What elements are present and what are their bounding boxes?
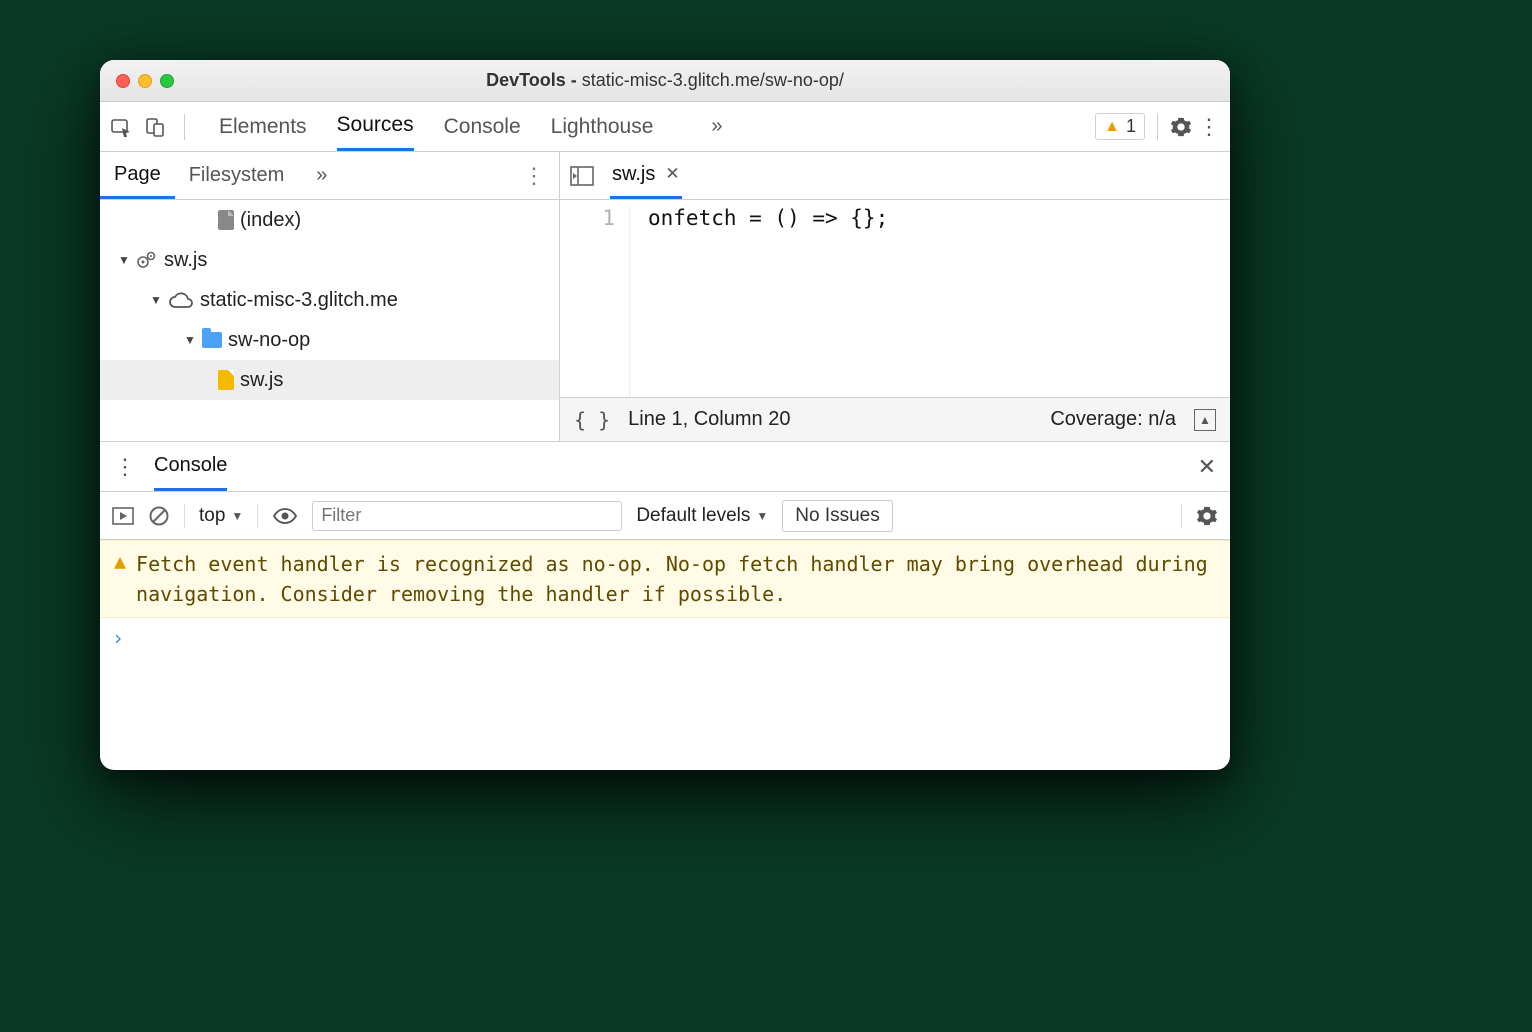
dropdown-icon: ▼ (231, 509, 243, 523)
traffic-lights (116, 74, 174, 88)
dock-toggle-icon[interactable]: ▲ (1194, 409, 1216, 431)
issues-badge[interactable]: ▲ 1 (1095, 113, 1145, 140)
log-levels-dropdown[interactable]: Default levels ▼ (636, 505, 768, 527)
folder-icon (202, 332, 222, 348)
code-editor: 1 onfetch = () => {}; { } Line 1, Column… (560, 200, 1230, 441)
line-number: 1 (560, 206, 615, 230)
tree-item-index[interactable]: (index) (100, 200, 559, 240)
subtab-page[interactable]: Page (100, 152, 175, 199)
tab-sources[interactable]: Sources (337, 102, 414, 151)
warning-icon: ▲ (114, 549, 126, 609)
tree-item-folder[interactable]: ▼ sw-no-op (100, 320, 559, 360)
execution-context-icon[interactable] (112, 506, 134, 526)
subtab-menu-button[interactable]: ⋮ (523, 163, 545, 189)
chevron-down-icon[interactable]: ▼ (150, 293, 162, 307)
line-gutter: 1 (560, 206, 630, 397)
devtools-window: DevTools - static-misc-3.glitch.me/sw-no… (100, 60, 1230, 770)
tree-item-domain[interactable]: ▼ static-misc-3.glitch.me (100, 280, 559, 320)
chevron-down-icon[interactable]: ▼ (118, 253, 130, 267)
console-settings-icon[interactable] (1196, 505, 1218, 527)
warning-message: Fetch event handler is recognized as no-… (136, 549, 1216, 609)
more-tabs-button[interactable]: » (711, 115, 722, 138)
editor-tab-swjs[interactable]: sw.js ✕ (610, 152, 682, 199)
subtab-filesystem[interactable]: Filesystem (175, 152, 299, 199)
warning-icon: ▲ (1104, 118, 1120, 136)
tree-item-sw-root[interactable]: ▼ sw.js (100, 240, 559, 280)
window-title: DevTools - static-misc-3.glitch.me/sw-no… (100, 70, 1230, 91)
console-body: ▲ Fetch event handler is recognized as n… (100, 540, 1230, 770)
tree-label: sw.js (164, 249, 207, 272)
device-toggle-icon[interactable] (144, 116, 166, 138)
editor-tab-label: sw.js (612, 163, 655, 186)
zoom-window-button[interactable] (160, 74, 174, 88)
dropdown-icon: ▼ (756, 509, 768, 523)
divider (257, 504, 258, 528)
title-prefix: DevTools - (486, 70, 582, 90)
main-toolbar: Elements Sources Console Lighthouse » ▲ … (100, 102, 1230, 152)
editor-statusbar: { } Line 1, Column 20 Coverage: n/a ▲ (560, 397, 1230, 441)
tree-label: static-misc-3.glitch.me (200, 289, 398, 312)
drawer-menu-button[interactable]: ⋮ (114, 454, 136, 480)
code-area[interactable]: 1 onfetch = () => {}; (560, 200, 1230, 397)
toolbar-left (110, 114, 191, 140)
sources-subtabs: Page Filesystem » ⋮ (100, 152, 560, 199)
divider (1181, 504, 1182, 528)
console-toolbar: top ▼ Default levels ▼ No Issues (100, 492, 1230, 540)
panel-tabs: Elements Sources Console Lighthouse » (219, 102, 723, 151)
tab-elements[interactable]: Elements (219, 102, 307, 151)
service-worker-icon (136, 250, 158, 270)
console-warning-row[interactable]: ▲ Fetch event handler is recognized as n… (100, 540, 1230, 618)
warning-count: 1 (1126, 116, 1136, 137)
tab-lighthouse[interactable]: Lighthouse (551, 102, 654, 151)
title-path: static-misc-3.glitch.me/sw-no-op/ (582, 70, 844, 90)
context-selector[interactable]: top ▼ (199, 505, 243, 527)
toolbar-divider (184, 114, 185, 140)
more-menu-button[interactable]: ⋮ (1198, 114, 1220, 140)
drawer-tabbar: ⋮ Console ✕ (100, 442, 1230, 492)
subheader-row: Page Filesystem » ⋮ sw.js ✕ (100, 152, 1230, 200)
clear-console-icon[interactable] (148, 505, 170, 527)
drawer-tab-console[interactable]: Console (154, 442, 227, 491)
pretty-print-button[interactable]: { } (574, 408, 610, 432)
cloud-icon (168, 291, 194, 309)
editor-tabbar: sw.js ✕ (560, 152, 1230, 199)
context-label: top (199, 505, 225, 527)
levels-label: Default levels (636, 505, 750, 527)
console-prompt[interactable]: › (100, 618, 1230, 658)
tree-label: (index) (240, 209, 301, 232)
tab-console[interactable]: Console (444, 102, 521, 151)
console-filter-input[interactable] (312, 501, 622, 531)
sources-main: (index) ▼ sw.js ▼ static-misc-3.glitch.m… (100, 200, 1230, 442)
more-subtabs-button[interactable]: » (316, 164, 327, 187)
inspect-icon[interactable] (110, 116, 132, 138)
close-tab-icon[interactable]: ✕ (665, 164, 679, 184)
no-issues-button[interactable]: No Issues (782, 500, 892, 532)
minimize-window-button[interactable] (138, 74, 152, 88)
console-drawer: ⋮ Console ✕ top ▼ Default levels ▼ (100, 442, 1230, 770)
toggle-navigator-icon[interactable] (570, 165, 594, 187)
file-tree[interactable]: (index) ▼ sw.js ▼ static-misc-3.glitch.m… (100, 200, 560, 441)
tree-label: sw.js (240, 369, 283, 392)
live-expression-icon[interactable] (272, 507, 298, 525)
close-window-button[interactable] (116, 74, 130, 88)
chevron-down-icon[interactable]: ▼ (184, 333, 196, 347)
document-icon (218, 210, 234, 230)
code-text[interactable]: onfetch = () => {}; (630, 206, 888, 397)
divider (184, 504, 185, 528)
settings-gear-icon[interactable] (1170, 116, 1192, 138)
toolbar-divider (1157, 114, 1158, 140)
cursor-position: Line 1, Column 20 (628, 408, 790, 431)
titlebar: DevTools - static-misc-3.glitch.me/sw-no… (100, 60, 1230, 102)
tree-label: sw-no-op (228, 329, 310, 352)
drawer-close-button[interactable]: ✕ (1198, 454, 1216, 480)
tree-item-swjs[interactable]: sw.js (100, 360, 559, 400)
coverage-label: Coverage: n/a (1050, 408, 1176, 431)
js-file-icon (218, 370, 234, 390)
